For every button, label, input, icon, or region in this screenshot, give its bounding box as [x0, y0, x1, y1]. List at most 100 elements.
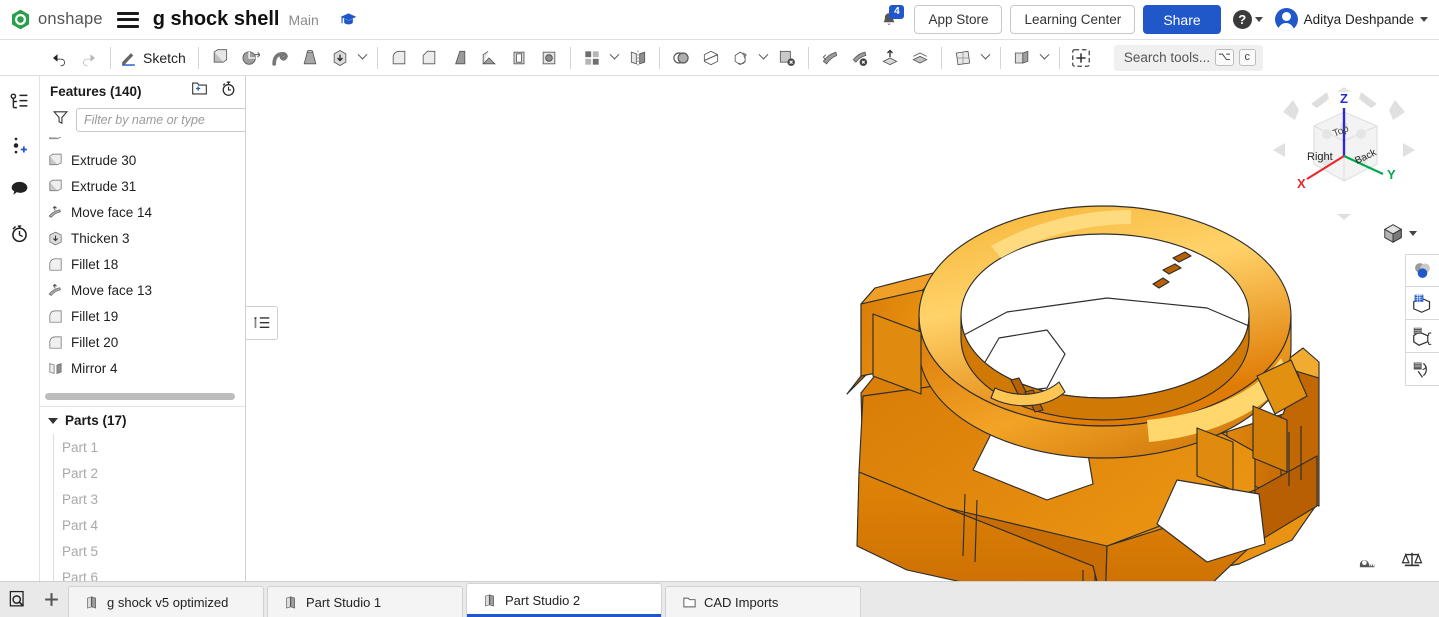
extrude-icon[interactable] [205, 43, 235, 73]
section-view-icon[interactable] [1405, 320, 1439, 353]
feature-label: Move face 13 [71, 282, 153, 298]
split-icon[interactable] [696, 43, 726, 73]
help-menu[interactable]: ? [1232, 10, 1263, 29]
parts-title: Parts (17) [65, 413, 127, 428]
display-state-icon[interactable] [1405, 287, 1439, 320]
feature-row[interactable]: Extrude 31 [40, 173, 245, 199]
rib-icon[interactable] [474, 43, 504, 73]
history-icon[interactable] [5, 218, 35, 248]
chevron-down-icon[interactable] [607, 49, 623, 61]
search-shortcut-key: c [1238, 49, 1256, 66]
tab-part-studio-2[interactable]: Part Studio 2 [466, 583, 662, 617]
render-icon[interactable] [1405, 353, 1439, 386]
delete-face-icon[interactable] [845, 43, 875, 73]
feature-row[interactable]: Thicken 3 [40, 225, 245, 251]
feature-row[interactable]: Fillet 18 [40, 251, 245, 277]
axis-y-label: Y [1387, 167, 1396, 182]
plane-icon[interactable] [948, 43, 978, 73]
feature-row[interactable]: Fillet 19 [40, 303, 245, 329]
branch-label[interactable]: Main [288, 12, 318, 28]
new-folder-icon[interactable] [191, 81, 208, 101]
chevron-down-icon[interactable] [1037, 49, 1053, 61]
toolbar-divider [1058, 46, 1060, 69]
loft-icon[interactable] [295, 43, 325, 73]
draft-icon[interactable] [444, 43, 474, 73]
parts-section-header[interactable]: Parts (17) [40, 407, 245, 434]
undo-icon[interactable] [44, 43, 74, 73]
feature-row[interactable]: Fillet 20 [40, 329, 245, 355]
feature-list-hscrollbar[interactable] [45, 393, 235, 400]
filter-funnel-icon[interactable] [52, 109, 69, 131]
search-tools-field[interactable]: Search tools... ⌥ c [1113, 44, 1263, 71]
chevron-down-icon[interactable] [756, 49, 772, 61]
offset-surface-icon[interactable] [905, 43, 935, 73]
feature-filter-input[interactable] [76, 108, 245, 132]
thicken-icon[interactable] [325, 43, 355, 73]
feature-row-partial[interactable] [40, 137, 245, 147]
collapse-tree-icon[interactable] [246, 306, 278, 340]
toolbar-divider [197, 46, 199, 69]
app-store-button[interactable]: App Store [914, 5, 1003, 34]
onshape-logo[interactable]: onshape [10, 9, 103, 30]
appearance-icon[interactable] [1405, 254, 1439, 287]
share-button[interactable]: Share [1143, 5, 1221, 34]
insert-feature-icon[interactable] [1066, 43, 1096, 73]
move-face-icon[interactable] [815, 43, 845, 73]
sheet-metal-icon[interactable] [1007, 43, 1037, 73]
tab-part-studio-1[interactable]: Part Studio 1 [267, 586, 463, 617]
toolbar-divider [110, 46, 111, 69]
viewport-tools [1355, 549, 1425, 571]
feature-filter-row [40, 106, 245, 132]
search-tabs-icon[interactable] [0, 582, 34, 616]
mirror-icon[interactable] [623, 43, 653, 73]
toolbar-divider [940, 46, 942, 69]
list-item[interactable]: Part 1 [62, 434, 245, 460]
view-cube[interactable]: Z Y X Right Back Top [1269, 86, 1419, 226]
list-item[interactable]: Part 2 [62, 460, 245, 486]
list-item[interactable]: Part 3 [62, 486, 245, 512]
tab-cad-imports[interactable]: CAD Imports [665, 586, 861, 617]
display-mode-button[interactable] [1382, 222, 1417, 244]
user-menu[interactable]: Aditya Deshpande [1274, 8, 1428, 31]
graphics-viewport[interactable]: Z Y X Right Back Top [247, 76, 1439, 581]
toolbar-divider [569, 46, 571, 69]
boolean-icon[interactable] [666, 43, 696, 73]
transform-icon[interactable] [726, 43, 756, 73]
fillet-icon[interactable] [384, 43, 414, 73]
feature-label: Thicken 3 [71, 230, 130, 246]
replace-face-icon[interactable] [875, 43, 905, 73]
sketch-button[interactable]: Sketch [117, 48, 192, 67]
tab-g-shock-v5-optimized[interactable]: g shock v5 optimized [68, 586, 264, 617]
list-item[interactable]: Part 4 [62, 512, 245, 538]
add-tab-icon[interactable] [34, 582, 68, 616]
cad-model-3d[interactable] [247, 76, 1439, 581]
rollback-timer-icon[interactable] [220, 80, 237, 102]
redo-icon[interactable] [74, 43, 104, 73]
hole-icon[interactable] [534, 43, 564, 73]
chevron-down-icon[interactable] [355, 49, 371, 61]
mass-properties-icon[interactable] [1399, 549, 1425, 571]
tab-label: Part Studio 2 [505, 593, 581, 608]
feature-list-icon[interactable] [5, 86, 35, 116]
measure-icon[interactable] [1355, 549, 1381, 571]
add-branch-icon[interactable] [5, 130, 35, 160]
hamburger-icon[interactable] [116, 11, 139, 28]
notifications-button[interactable]: 4 [872, 4, 906, 35]
comments-icon[interactable] [5, 174, 35, 204]
list-item[interactable]: Part 6 [62, 564, 245, 582]
feature-row[interactable]: Move face 14 [40, 199, 245, 225]
feature-row[interactable]: Extrude 30 [40, 147, 245, 173]
list-item[interactable]: Part 5 [62, 538, 245, 564]
pattern-icon[interactable] [577, 43, 607, 73]
shell-icon[interactable] [504, 43, 534, 73]
revolve-icon[interactable] [235, 43, 265, 73]
chamfer-icon[interactable] [414, 43, 444, 73]
delete-part-icon[interactable] [772, 43, 802, 73]
sweep-icon[interactable] [265, 43, 295, 73]
graduation-cap-icon[interactable] [338, 9, 360, 31]
feature-row[interactable]: Move face 13 [40, 277, 245, 303]
chevron-down-icon[interactable] [978, 49, 994, 61]
learning-center-button[interactable]: Learning Center [1010, 5, 1136, 34]
document-title[interactable]: g shock shell [153, 8, 280, 31]
feature-row[interactable]: Mirror 4 [40, 355, 245, 381]
